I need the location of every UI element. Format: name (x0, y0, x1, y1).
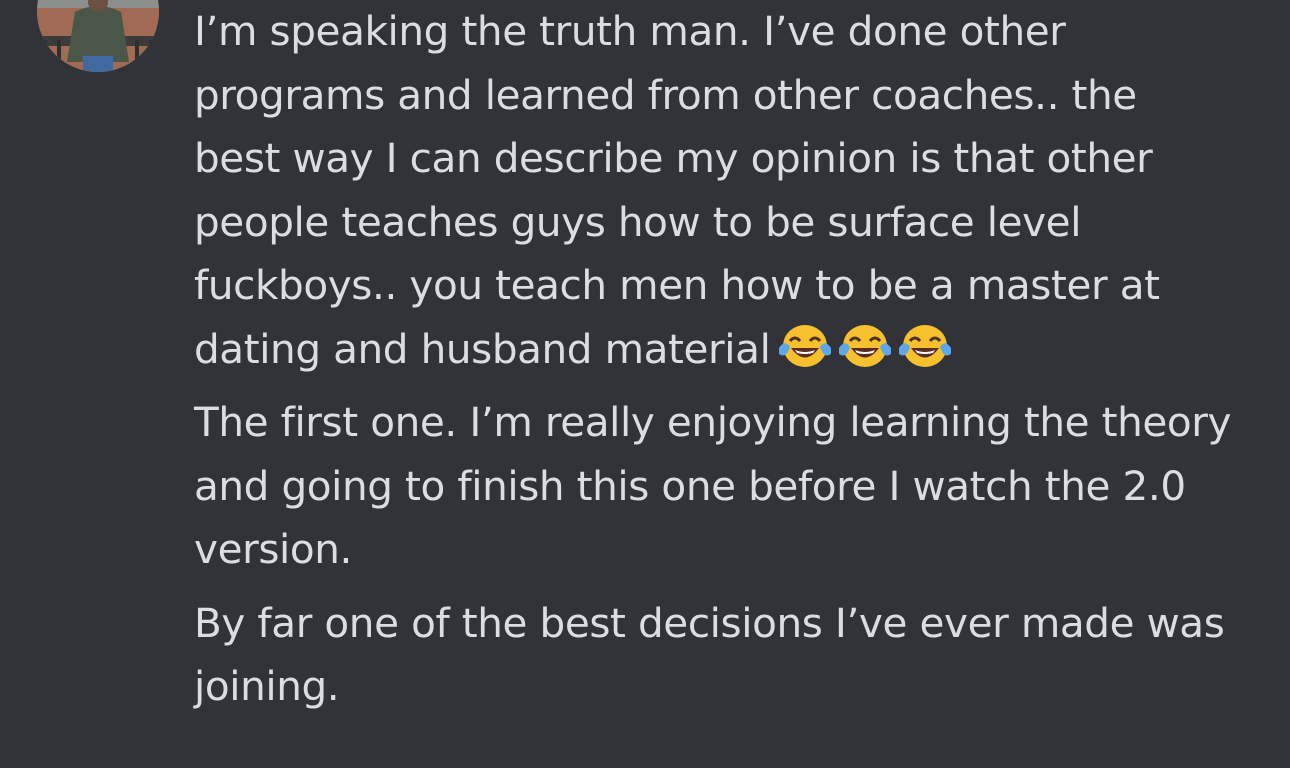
message-1-line-6-text: dating and husband material (194, 324, 771, 373)
message-group: I’m speaking the truth man. I’ve done ot… (194, 0, 1274, 719)
message-1-line-5: fuckboys.. you teach men how to be a mas… (194, 261, 1160, 309)
face-with-tears-of-joy-icon[interactable] (836, 321, 894, 371)
chat-view: I’m speaking the truth man. I’ve done ot… (0, 0, 1290, 768)
emoji-row (776, 321, 954, 371)
message-3: By far one of the best decisions I’ve ev… (194, 592, 1274, 719)
message-3-line-2: joining. (194, 662, 340, 710)
message-1-line-1: I’m speaking the truth man. I’ve done ot… (194, 7, 1066, 55)
message-1-line-3: best way I can describe my opinion is th… (194, 134, 1153, 182)
user-avatar[interactable] (37, 0, 159, 72)
message-2-line-1: The first one. I’m really enjoying learn… (194, 398, 1232, 446)
face-with-tears-of-joy-icon[interactable] (776, 321, 834, 371)
message-2: The first one. I’m really enjoying learn… (194, 391, 1274, 582)
message-2-line-3: version. (194, 525, 353, 573)
message-1: I’m speaking the truth man. I’ve done ot… (194, 0, 1274, 381)
avatar-photo (37, 0, 159, 72)
message-1-line-2: programs and learned from other coaches.… (194, 70, 1137, 119)
face-with-tears-of-joy-icon[interactable] (896, 321, 954, 371)
message-1-line-6: dating and husband material (194, 318, 1274, 382)
message-2-line-2: and going to finish this one before I wa… (194, 461, 1186, 510)
message-1-line-4: people teaches guys how to be surface le… (194, 197, 1082, 246)
message-3-line-1: By far one of the best decisions I’ve ev… (194, 598, 1225, 647)
